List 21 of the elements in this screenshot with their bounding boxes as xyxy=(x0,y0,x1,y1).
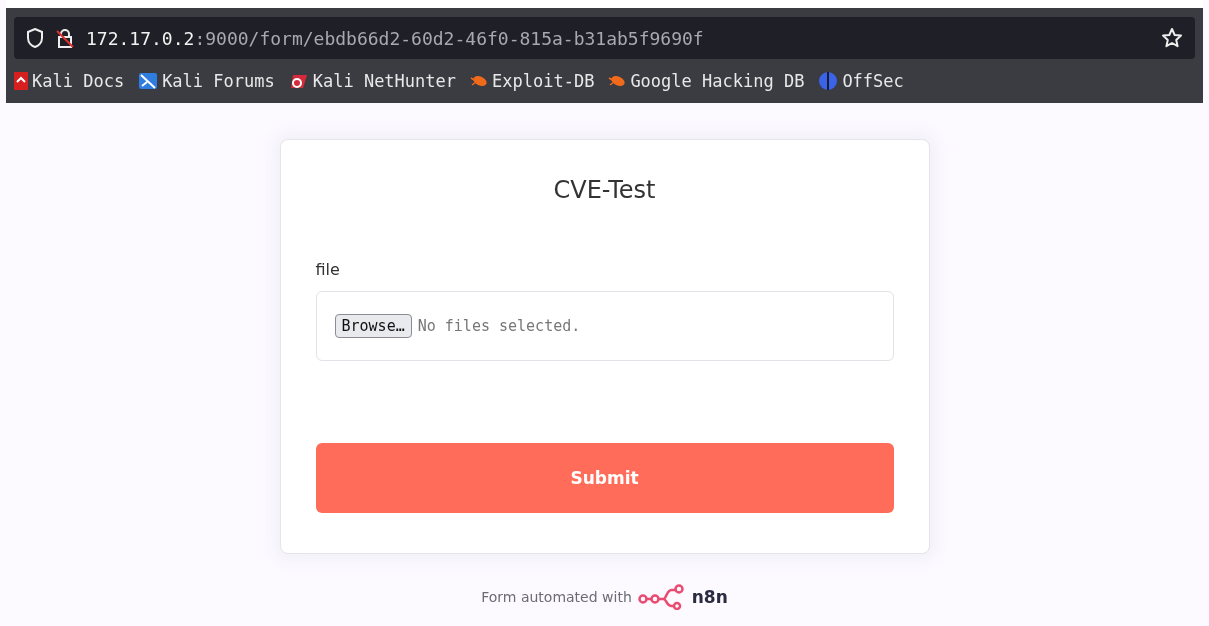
brand-name[interactable]: n8n xyxy=(691,587,728,607)
file-status-text: No files selected. xyxy=(417,317,581,335)
bookmark-link[interactable]: Kali Docs xyxy=(14,71,125,91)
browse-button[interactable]: Browse… xyxy=(334,314,412,338)
file-input-field[interactable]: Browse… No files selected. xyxy=(315,291,894,361)
bookmark-link[interactable]: Kali Forums xyxy=(138,71,275,91)
bookmark-link[interactable]: OffSec xyxy=(818,71,904,91)
url-path: :9000/form/ebdb66d2-60d2-46f0-815a-b31ab5f9690f xyxy=(194,27,705,49)
field-label: file xyxy=(315,260,341,279)
bug-icon xyxy=(608,74,627,88)
bookmark-link[interactable]: Google Hacking DB xyxy=(608,71,805,91)
form-title: CVE-Test xyxy=(552,176,657,204)
star-icon[interactable] xyxy=(1161,27,1183,49)
bookmark-link[interactable]: Kali NetHunter xyxy=(288,71,456,91)
shield-icon[interactable] xyxy=(26,28,44,48)
footer-text: Form automated with xyxy=(481,589,632,605)
bookmark-link[interactable]: Exploit-DB xyxy=(470,71,595,91)
url-host: 172.17.0.2 xyxy=(86,27,195,49)
bug-icon xyxy=(470,74,488,88)
address-bar[interactable]: 172.17.0.2:9000/form/ebdb66d2-60d2-46f0-815a-b31ab5f9690f xyxy=(14,17,1195,59)
insecure-lock-icon[interactable] xyxy=(56,28,74,48)
